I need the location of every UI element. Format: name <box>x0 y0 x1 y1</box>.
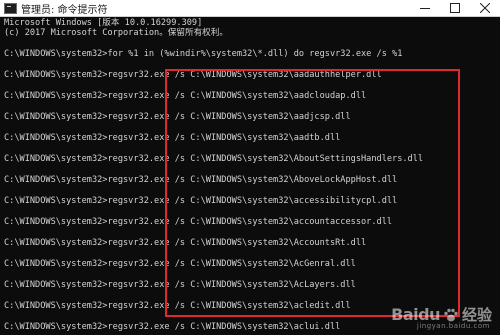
baidu-watermark: Baidu 经验 jingyan.baidu.com <box>391 304 492 330</box>
command-line: C:\WINDOWS\system32>for %1 in (%windir%\… <box>4 49 403 59</box>
output-line: C:\WINDOWS\system32>regsvr32.exe /s C:\W… <box>4 133 341 143</box>
output-line: C:\WINDOWS\system32>regsvr32.exe /s C:\W… <box>4 196 398 206</box>
output-line: C:\WINDOWS\system32>regsvr32.exe /s C:\W… <box>4 217 393 227</box>
window-title: 管理员: 命令提示符 <box>21 4 108 16</box>
output-line: C:\WINDOWS\system32>regsvr32.exe /s C:\W… <box>4 70 382 80</box>
minimize-button[interactable] <box>410 0 440 16</box>
cmd-window: 管理员: 命令提示符 Microsoft Windows [版本 10.0.16… <box>0 0 500 335</box>
maximize-button[interactable] <box>440 0 470 16</box>
close-button[interactable] <box>470 0 500 16</box>
output-line: C:\WINDOWS\system32>regsvr32.exe /s C:\W… <box>4 112 351 122</box>
output-line: C:\WINDOWS\system32>regsvr32.exe /s C:\W… <box>4 175 398 185</box>
minimize-icon <box>420 8 430 9</box>
header-line: Microsoft Windows [版本 10.0.16299.309] <box>4 18 203 28</box>
title-bar[interactable]: 管理员: 命令提示符 <box>0 0 500 17</box>
header-line: (c) 2017 Microsoft Corporation。保留所有权利。 <box>4 28 228 38</box>
paw-icon <box>444 308 458 321</box>
maximize-icon <box>450 3 460 13</box>
output-line: C:\WINDOWS\system32>regsvr32.exe /s C:\W… <box>4 238 367 248</box>
window-controls <box>410 0 500 16</box>
console-output[interactable]: Microsoft Windows [版本 10.0.16299.309] (c… <box>4 18 498 335</box>
output-line: C:\WINDOWS\system32>regsvr32.exe /s C:\W… <box>4 280 356 290</box>
watermark-sub: jingyan.baidu.com <box>416 322 490 330</box>
output-line: C:\WINDOWS\system32>regsvr32.exe /s C:\W… <box>4 154 424 164</box>
output-line: C:\WINDOWS\system32>regsvr32.exe /s C:\W… <box>4 259 356 269</box>
close-icon <box>480 3 490 13</box>
output-line: C:\WINDOWS\system32>regsvr32.exe /s C:\W… <box>4 91 367 101</box>
cmd-icon <box>4 2 17 14</box>
